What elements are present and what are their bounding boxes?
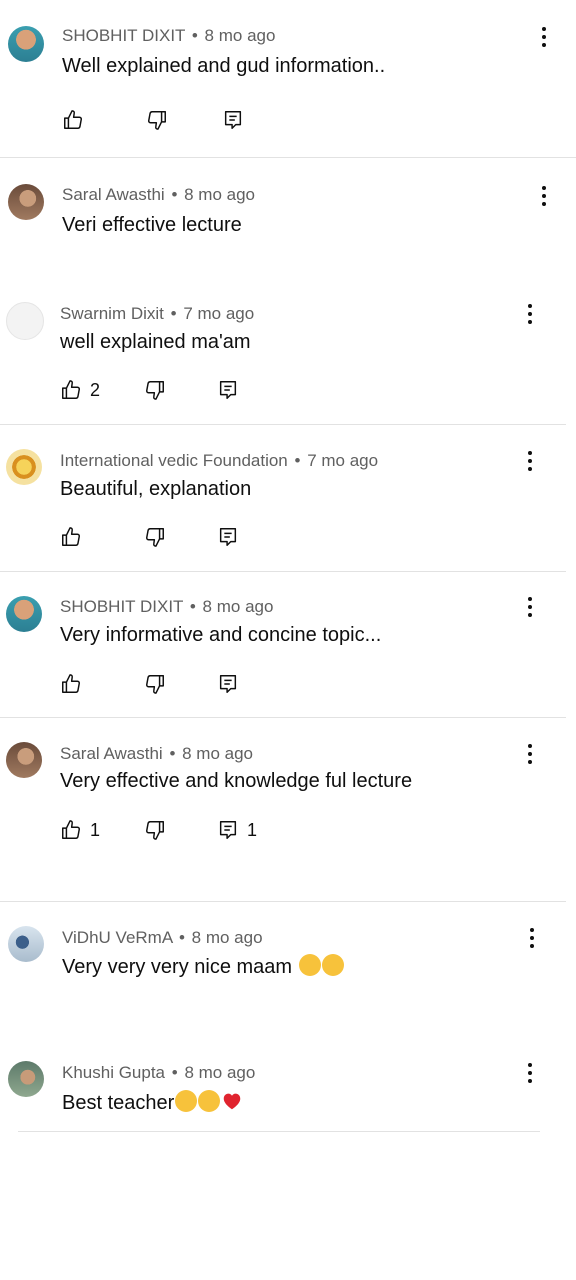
more-vert-icon[interactable] bbox=[534, 23, 554, 51]
comment-text: well explained ma'am bbox=[60, 331, 251, 353]
comment-text: Best teacher bbox=[62, 1090, 243, 1115]
red-heart-emoji bbox=[221, 1090, 243, 1112]
avatar[interactable] bbox=[8, 184, 44, 220]
comment-actions: 1 1 bbox=[60, 816, 360, 844]
like-count: 2 bbox=[90, 379, 101, 400]
dislike-button[interactable] bbox=[144, 816, 166, 844]
comment-author[interactable]: Khushi Gupta bbox=[62, 1063, 165, 1082]
more-vert-icon[interactable] bbox=[520, 447, 540, 475]
divider bbox=[0, 157, 576, 158]
comment-text: Beautiful, explanation bbox=[60, 478, 252, 500]
more-vert-icon[interactable] bbox=[520, 1059, 540, 1087]
comment-actions bbox=[60, 670, 360, 698]
comment-text-body: Best teacher bbox=[62, 1092, 175, 1114]
divider bbox=[18, 1131, 540, 1132]
comment-age: 8 mo ago bbox=[191, 928, 263, 947]
thumbs-up-icon bbox=[60, 526, 82, 548]
reply-icon bbox=[217, 526, 239, 548]
thumbs-up-icon bbox=[60, 819, 82, 841]
reply-button[interactable] bbox=[222, 106, 252, 134]
reply-icon bbox=[222, 109, 244, 131]
comment-actions bbox=[60, 523, 360, 551]
reply-button[interactable] bbox=[217, 376, 247, 404]
meta-separator: • bbox=[191, 26, 198, 45]
comment-age: 8 mo ago bbox=[204, 26, 276, 45]
reply-icon bbox=[217, 673, 239, 695]
avatar[interactable] bbox=[8, 26, 44, 62]
divider bbox=[0, 571, 566, 572]
comment-age: 8 mo ago bbox=[202, 597, 274, 616]
more-vert-icon[interactable] bbox=[534, 182, 554, 210]
meta-separator: • bbox=[171, 1063, 178, 1082]
comment-author[interactable]: ViDhU VeRmA bbox=[62, 928, 172, 947]
dislike-button[interactable] bbox=[144, 376, 166, 404]
like-button[interactable] bbox=[62, 106, 92, 134]
thumbs-down-icon bbox=[144, 379, 166, 401]
comment-actions bbox=[62, 106, 362, 134]
thumbs-up-icon bbox=[60, 673, 82, 695]
reply-icon bbox=[217, 379, 239, 401]
comment-text: Very effective and knowledge ful lecture bbox=[60, 770, 413, 792]
like-button[interactable] bbox=[60, 523, 90, 551]
thumbs-down-icon bbox=[144, 819, 166, 841]
avatar[interactable] bbox=[6, 302, 44, 340]
meta-separator: • bbox=[189, 597, 196, 616]
avatar[interactable] bbox=[8, 1061, 44, 1097]
dislike-button[interactable] bbox=[146, 106, 168, 134]
meta-separator: • bbox=[169, 744, 176, 763]
comment-text: Very very very nice maam bbox=[62, 954, 344, 979]
comment-author[interactable]: Saral Awasthi bbox=[60, 744, 163, 763]
comment-text: Well explained and gud information.. bbox=[62, 55, 386, 77]
like-button[interactable] bbox=[60, 670, 90, 698]
like-button[interactable]: 2 bbox=[60, 376, 100, 404]
dislike-button[interactable] bbox=[144, 523, 166, 551]
thumbs-up-icon bbox=[62, 109, 84, 131]
comment-age: 7 mo ago bbox=[183, 304, 255, 323]
reply-button[interactable] bbox=[217, 670, 247, 698]
comment-author[interactable]: SHOBHIT DIXIT bbox=[62, 26, 185, 45]
heart-eyes-emoji bbox=[175, 1090, 198, 1112]
comment-text: Veri effective lecture bbox=[62, 214, 242, 236]
more-vert-icon[interactable] bbox=[520, 300, 540, 328]
thumbs-down-icon bbox=[144, 526, 166, 548]
reply-icon bbox=[217, 819, 239, 841]
comment-author[interactable]: Saral Awasthi bbox=[62, 185, 165, 204]
comment-text-body: Very very very nice maam bbox=[62, 956, 293, 978]
more-vert-icon[interactable] bbox=[520, 593, 540, 621]
comment-author[interactable]: SHOBHIT DIXIT bbox=[60, 597, 183, 616]
reply-count: 1 bbox=[247, 819, 258, 840]
comment-author[interactable]: International vedic Foundation bbox=[60, 451, 288, 470]
hugging-face-emoji bbox=[321, 954, 344, 976]
meta-separator: • bbox=[294, 451, 301, 470]
comment-actions: 2 bbox=[60, 376, 360, 404]
comment-author[interactable]: Swarnim Dixit bbox=[60, 304, 164, 323]
avatar[interactable] bbox=[8, 926, 44, 962]
comment-age: 7 mo ago bbox=[307, 451, 379, 470]
comment-text: Very informative and concine topic... bbox=[60, 624, 382, 646]
reply-button[interactable] bbox=[217, 523, 247, 551]
meta-separator: • bbox=[170, 304, 177, 323]
thumbs-up-icon bbox=[60, 379, 82, 401]
meta-separator: • bbox=[171, 185, 178, 204]
dislike-button[interactable] bbox=[144, 670, 166, 698]
more-vert-icon[interactable] bbox=[522, 924, 542, 952]
avatar[interactable] bbox=[6, 742, 42, 778]
reply-button[interactable]: 1 bbox=[217, 816, 257, 844]
more-vert-icon[interactable] bbox=[520, 740, 540, 768]
heart-eyes-emoji bbox=[198, 1090, 221, 1112]
divider bbox=[0, 717, 566, 718]
like-button[interactable]: 1 bbox=[60, 816, 100, 844]
like-count: 1 bbox=[90, 819, 101, 840]
comment-age: 8 mo ago bbox=[184, 185, 256, 204]
hugging-face-emoji bbox=[298, 954, 321, 976]
comment-age: 8 mo ago bbox=[184, 1063, 256, 1082]
divider bbox=[0, 901, 566, 902]
comment-age: 8 mo ago bbox=[182, 744, 254, 763]
thumbs-down-icon bbox=[146, 109, 168, 131]
meta-separator: • bbox=[178, 928, 185, 947]
divider bbox=[0, 424, 566, 425]
avatar[interactable] bbox=[6, 449, 42, 485]
thumbs-down-icon bbox=[144, 673, 166, 695]
avatar[interactable] bbox=[6, 596, 42, 632]
